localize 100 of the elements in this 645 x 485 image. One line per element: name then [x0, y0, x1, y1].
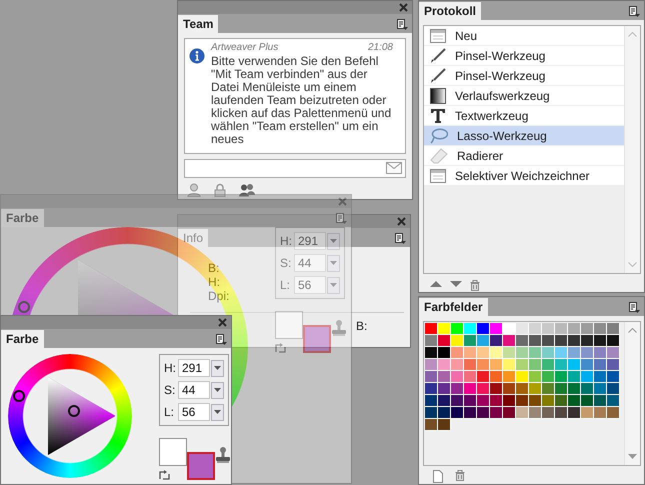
color-swatch[interactable] — [529, 323, 542, 335]
color-swatch[interactable] — [477, 347, 490, 359]
color-swatch[interactable] — [477, 359, 490, 371]
swap-icon[interactable] — [275, 342, 286, 353]
color-swatch[interactable] — [555, 335, 568, 347]
color-swatch[interactable] — [607, 347, 620, 359]
color-swatch[interactable] — [503, 395, 516, 407]
color-swatch[interactable] — [477, 407, 490, 419]
color-swatch[interactable] — [425, 371, 438, 383]
color-swatch[interactable] — [425, 419, 438, 431]
color-swatch[interactable] — [607, 323, 620, 335]
color-swatch[interactable] — [503, 371, 516, 383]
background-color-swatch[interactable] — [159, 438, 187, 466]
color-swatch[interactable] — [438, 335, 451, 347]
color-swatch[interactable] — [425, 347, 438, 359]
color-swatch[interactable] — [438, 383, 451, 395]
dropdown-button[interactable] — [327, 232, 340, 250]
history-item[interactable]: Neu — [424, 26, 624, 46]
color-swatch[interactable] — [451, 395, 464, 407]
color-swatch[interactable] — [607, 407, 620, 419]
color-swatch[interactable] — [425, 407, 438, 419]
color-swatch[interactable] — [542, 383, 555, 395]
color-swatch[interactable] — [503, 335, 516, 347]
color-swatch[interactable] — [555, 359, 568, 371]
color-swatch[interactable] — [529, 395, 542, 407]
color-swatch[interactable] — [594, 323, 607, 335]
foreground-color-swatch[interactable] — [187, 452, 215, 480]
color-swatch[interactable] — [568, 347, 581, 359]
hue-marker[interactable] — [18, 301, 30, 314]
close-icon[interactable] — [338, 197, 347, 206]
color-swatch[interactable] — [438, 371, 451, 383]
color-swatch[interactable] — [451, 371, 464, 383]
color-swatch[interactable] — [490, 335, 503, 347]
color-swatch[interactable] — [568, 359, 581, 371]
panel-menu-icon[interactable] — [394, 232, 406, 244]
color-swatch[interactable] — [503, 323, 516, 335]
color-swatch[interactable] — [529, 383, 542, 395]
color-swatch[interactable] — [490, 323, 503, 335]
panel-tab[interactable]: Team — [178, 15, 218, 33]
color-swatch[interactable] — [438, 407, 451, 419]
chevron-down-icon[interactable] — [628, 454, 637, 459]
color-swatch[interactable] — [568, 383, 581, 395]
color-swatch[interactable] — [594, 395, 607, 407]
color-swatch[interactable] — [594, 371, 607, 383]
color-swatch[interactable] — [542, 359, 555, 371]
history-item[interactable]: Radierer — [424, 146, 624, 166]
panel-menu-icon[interactable] — [628, 300, 640, 312]
new-document-icon[interactable] — [433, 470, 443, 483]
color-swatch[interactable] — [516, 335, 529, 347]
color-swatch[interactable] — [529, 407, 542, 419]
color-swatch[interactable] — [542, 323, 555, 335]
value-input[interactable]: 56 — [178, 403, 210, 421]
color-swatch[interactable] — [425, 383, 438, 395]
color-swatch[interactable] — [516, 323, 529, 335]
color-swatch[interactable] — [490, 395, 503, 407]
color-swatch[interactable] — [555, 395, 568, 407]
color-swatch[interactable] — [425, 359, 438, 371]
color-swatch[interactable] — [529, 359, 542, 371]
panel-menu-icon[interactable] — [215, 332, 227, 344]
value-input[interactable]: 291 — [294, 232, 326, 250]
color-swatch[interactable] — [464, 359, 477, 371]
color-swatch[interactable] — [581, 359, 594, 371]
color-swatch[interactable] — [477, 395, 490, 407]
close-icon[interactable] — [218, 318, 227, 327]
color-swatch[interactable] — [503, 383, 516, 395]
hue-marker[interactable] — [13, 390, 26, 402]
color-swatch[interactable] — [555, 347, 568, 359]
color-swatch[interactable] — [555, 407, 568, 419]
color-swatch[interactable] — [438, 395, 451, 407]
color-swatch[interactable] — [607, 359, 620, 371]
color-triangle[interactable] — [48, 377, 115, 455]
color-swatch[interactable] — [568, 371, 581, 383]
color-swatch[interactable] — [425, 395, 438, 407]
panel-tab[interactable]: Farbfelder — [419, 298, 488, 316]
color-swatch[interactable] — [477, 323, 490, 335]
color-swatch[interactable] — [438, 419, 451, 431]
trash-icon[interactable] — [470, 280, 480, 291]
color-swatch[interactable] — [425, 323, 438, 335]
history-item[interactable]: Pinsel-Werkzeug — [424, 46, 624, 66]
color-swatch[interactable] — [490, 359, 503, 371]
color-swatch[interactable] — [464, 347, 477, 359]
color-swatch[interactable] — [477, 371, 490, 383]
color-swatch[interactable] — [451, 359, 464, 371]
color-swatch[interactable] — [542, 347, 555, 359]
color-swatch[interactable] — [607, 383, 620, 395]
color-swatch[interactable] — [594, 359, 607, 371]
color-marker[interactable] — [68, 405, 80, 418]
trash-icon[interactable] — [455, 470, 465, 481]
color-swatch[interactable] — [555, 323, 568, 335]
color-swatch[interactable] — [607, 371, 620, 383]
color-swatch[interactable] — [555, 383, 568, 395]
user-icon[interactable] — [187, 183, 201, 197]
color-swatch[interactable] — [490, 371, 503, 383]
color-swatch[interactable] — [477, 383, 490, 395]
envelope-icon[interactable] — [386, 162, 402, 174]
color-swatch[interactable] — [516, 347, 529, 359]
value-input[interactable]: 44 — [294, 254, 326, 272]
color-swatch[interactable] — [542, 335, 555, 347]
scrollbar[interactable] — [624, 322, 640, 465]
chevron-up-icon[interactable] — [628, 328, 637, 333]
